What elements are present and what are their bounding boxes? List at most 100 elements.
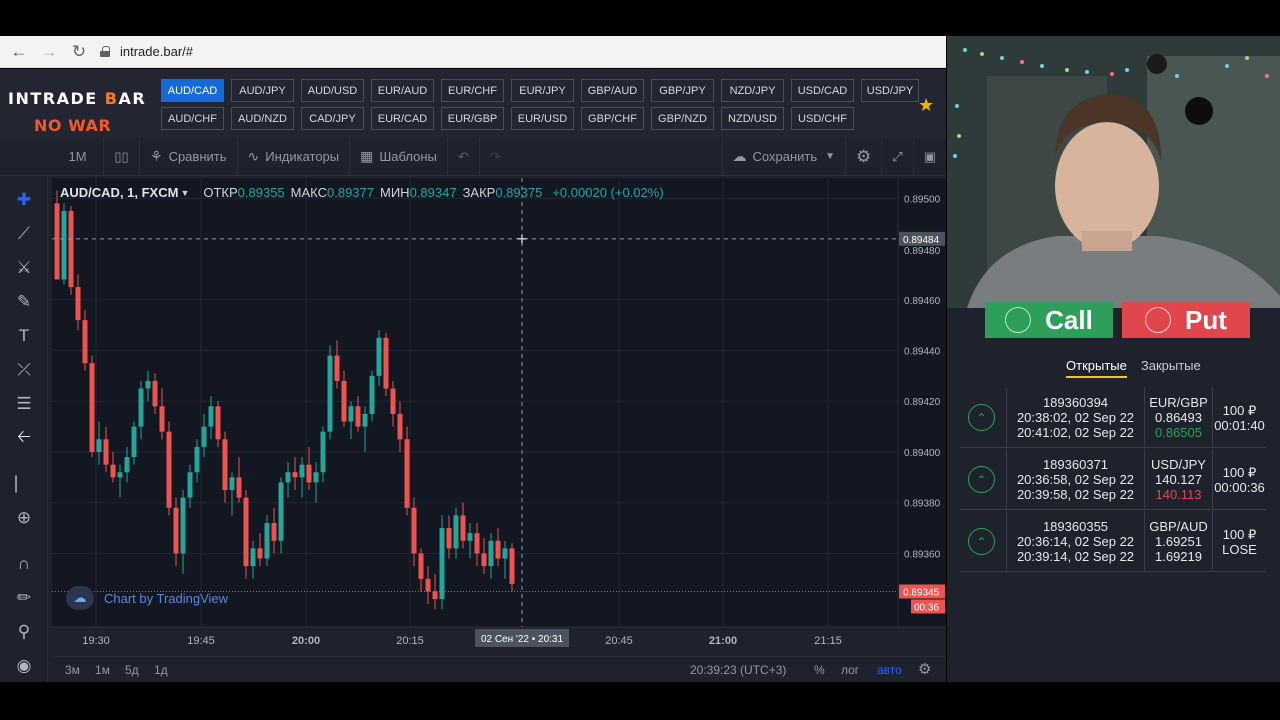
- candle-body: [397, 413, 403, 440]
- candle-body: [75, 287, 81, 321]
- candle-body: [250, 548, 256, 567]
- candle-body: [222, 439, 228, 491]
- last-price-label: 0.89345: [903, 587, 940, 598]
- webcam-overlay: [947, 36, 1280, 308]
- candle-body: [152, 380, 158, 407]
- candle-body: [96, 439, 102, 452]
- call-label: Call: [1045, 304, 1093, 335]
- price-chart[interactable]: 0.89500 0.89460 0.89440 0.89420 0.89400 0.893…: [0, 0, 946, 682]
- candle-body: [229, 477, 235, 491]
- candle-body: [418, 553, 424, 579]
- y-tick-label: 0.89440: [904, 346, 941, 357]
- candle-body: [180, 497, 186, 554]
- trade-result: 100 ₽00:01:40: [1212, 387, 1266, 448]
- candle-body: [243, 497, 249, 567]
- screen-bottom-bar: [0, 682, 1280, 720]
- y-tick-label: 0.89420: [904, 397, 941, 408]
- candle-body: [348, 406, 354, 422]
- candle-body: [320, 431, 326, 473]
- trade-open-time: 20:38:02, 02 Sep 22: [1016, 410, 1135, 425]
- trade-close-time: 20:39:58, 02 Sep 22: [1016, 487, 1135, 502]
- candle-body: [201, 426, 207, 447]
- candle-body: [271, 522, 277, 541]
- x-tick-label: 19:45: [187, 635, 215, 647]
- tradingview-logo-icon: ☁: [66, 586, 94, 610]
- candle-body: [460, 515, 466, 541]
- tab-open[interactable]: Открытые: [1066, 358, 1127, 378]
- y-tick-label: 0.89460: [904, 296, 941, 307]
- candle-body: [334, 355, 340, 381]
- put-label: Put: [1185, 304, 1227, 335]
- watermark-text: Chart by TradingView: [104, 590, 229, 606]
- candle-body: [257, 548, 263, 559]
- trade-times: 189360371 20:36:58, 02 Sep 22 20:39:58, 02…: [1006, 449, 1144, 510]
- trade-panel: Call Put Открытые Закрытые ⌃ 189360394 20:…: [947, 302, 1280, 682]
- legend-high-label: МАКС: [290, 185, 327, 200]
- candle-body: [187, 472, 193, 498]
- candle-body: [82, 320, 88, 364]
- candle-body: [166, 431, 172, 508]
- trade-times: 189360394 20:38:02, 02 Sep 22 20:41:02, 02…: [1006, 387, 1144, 448]
- y-tick-label: 0.89500: [904, 194, 941, 205]
- crosshair-price-label: 0.89484: [903, 235, 940, 246]
- trade-close-time: 20:39:14, 02 Sep 22: [1016, 549, 1135, 564]
- legend-low-label: МИН: [380, 185, 410, 200]
- trade-open-time: 20:36:14, 02 Sep 22: [1016, 534, 1135, 549]
- crosshair-price-behind: 0.89480: [904, 246, 941, 257]
- x-tick-label: 20:00: [292, 635, 320, 647]
- candle-body: [488, 540, 494, 567]
- trade-result: 100 ₽00:00:36: [1212, 449, 1266, 510]
- candle-body: [103, 439, 109, 465]
- legend-low-value: 0.89347: [409, 185, 457, 200]
- trade-open-time: 20:36:58, 02 Sep 22: [1016, 472, 1135, 487]
- candle-body: [327, 355, 333, 432]
- call-button[interactable]: Call: [985, 302, 1113, 338]
- trade-row[interactable]: ⌃ 189360394 20:38:02, 02 Sep 22 20:41:02, 0…: [960, 387, 1266, 448]
- countdown-label: 00:36: [914, 602, 939, 613]
- legend-open-label: ОТКР: [203, 185, 238, 200]
- legend-caret-icon[interactable]: ▼: [180, 188, 189, 200]
- trade-row[interactable]: ⌃ 189360371 20:36:58, 02 Sep 22 20:39:58, 0…: [960, 449, 1266, 510]
- candle-body: [117, 472, 123, 478]
- legend-change: +0.00020 (+0.02%): [552, 185, 664, 200]
- candle-body: [411, 507, 417, 554]
- trade-status: 00:01:40: [1214, 417, 1265, 433]
- candle-body: [313, 472, 319, 483]
- trade-close-time: 20:41:02, 02 Sep 22: [1016, 425, 1135, 440]
- trade-tabs: Открытые Закрытые: [1066, 358, 1201, 378]
- candle-body: [124, 457, 130, 473]
- candle-body: [285, 472, 291, 483]
- chart-pane: [52, 178, 946, 627]
- x-tick-label: 19:30: [82, 635, 110, 647]
- trade-prices: GBP/AUD 1.69251 1.69219: [1144, 511, 1212, 572]
- candle-body: [502, 548, 508, 559]
- tab-closed[interactable]: Закрытые: [1141, 358, 1201, 378]
- trade-amount: 100 ₽: [1222, 402, 1257, 418]
- tradingview-watermark[interactable]: ☁ Chart by TradingView: [66, 586, 228, 610]
- candle-body: [54, 203, 60, 280]
- trade-current-price: 0.86505: [1155, 425, 1202, 440]
- candle-body: [341, 380, 347, 422]
- trade-pair: EUR/GBP: [1149, 395, 1208, 410]
- up-chevron-icon: ⌃: [968, 528, 995, 555]
- x-tick-label: 20:15: [396, 635, 424, 647]
- legend-open-value: 0.89355: [237, 185, 285, 200]
- y-tick-label: 0.89360: [904, 549, 941, 560]
- trade-row[interactable]: ⌃ 189360355 20:36:14, 02 Sep 22 20:39:14, 0…: [960, 511, 1266, 572]
- call-circle-icon: [1005, 307, 1032, 333]
- crosshair-time-label: 02 Сен '22 • 20:31: [481, 634, 564, 645]
- put-button[interactable]: Put: [1122, 302, 1250, 338]
- candle-body: [390, 388, 396, 414]
- candle-body: [306, 464, 312, 483]
- legend-symbol[interactable]: AUD/CAD, 1, FXCM: [60, 185, 178, 200]
- candle-body: [432, 591, 438, 600]
- trade-open-price: 0.86493: [1155, 410, 1202, 425]
- candle-body: [278, 482, 284, 541]
- candle-body: [404, 439, 410, 508]
- candle-body: [131, 426, 137, 458]
- candle-body: [495, 540, 501, 559]
- candle-body: [145, 380, 151, 389]
- candle-body: [173, 507, 179, 554]
- candle-body: [376, 337, 382, 376]
- candle-body: [89, 363, 95, 452]
